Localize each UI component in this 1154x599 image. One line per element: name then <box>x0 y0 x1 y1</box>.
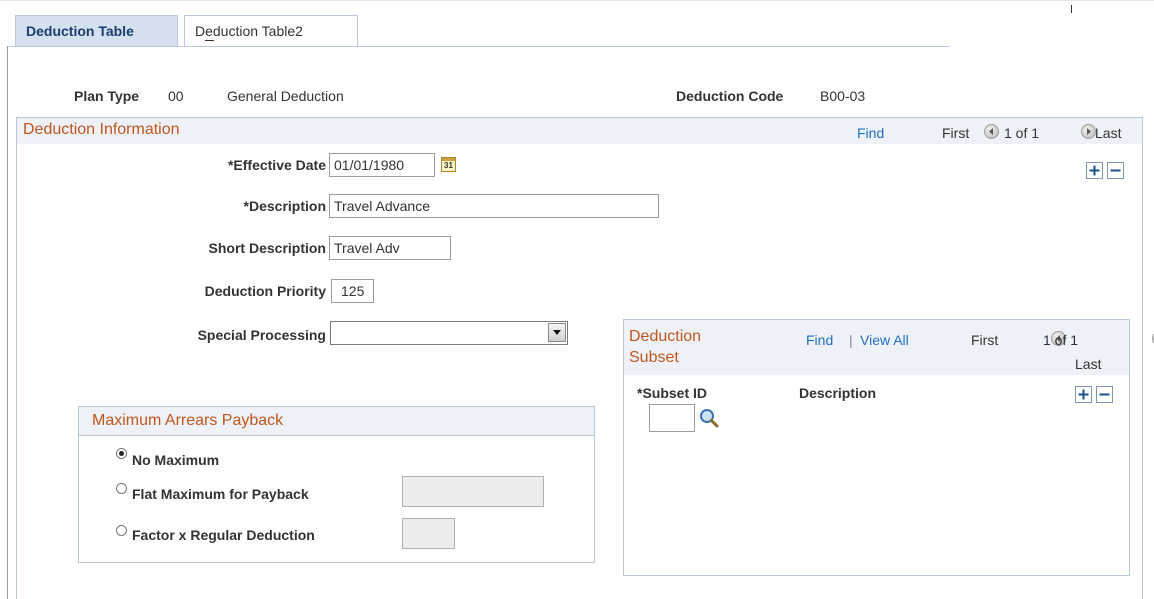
plus-icon <box>1089 165 1100 176</box>
no-maximum-radio[interactable] <box>116 448 127 459</box>
plan-type-name: General Deduction <box>227 88 344 104</box>
deduction-info-count: 1 of 1 <box>1004 125 1040 141</box>
effective-date-input[interactable]: 01/01/1980 <box>329 153 435 177</box>
flat-maximum-radio[interactable] <box>116 483 127 494</box>
plus-icon <box>1078 389 1089 400</box>
plan-type-label: Plan Type <box>74 88 140 104</box>
flat-maximum-input[interactable] <box>402 476 544 507</box>
subset-id-input[interactable] <box>649 404 695 432</box>
tab-access-key-underline <box>205 40 214 41</box>
short-description-input[interactable]: Travel Adv <box>329 236 451 260</box>
arrears-title: Maximum Arrears Payback <box>92 412 284 429</box>
subset-title-line1: Deduction <box>629 328 702 345</box>
deduction-code-value: B00-03 <box>820 88 866 104</box>
short-description-label: Short Description <box>208 240 326 256</box>
subset-link-separator: | <box>849 332 853 348</box>
minus-icon <box>1099 393 1110 396</box>
subset-delete-row-button[interactable] <box>1096 386 1113 403</box>
factor-regular-radio[interactable] <box>116 525 127 536</box>
top-rule <box>0 0 1154 1</box>
subset-count: 1 of 1 <box>1043 332 1079 348</box>
chevron-down-icon[interactable] <box>548 323 566 342</box>
deduction-priority-label: Deduction Priority <box>204 283 326 299</box>
top-right-tick <box>1071 5 1072 13</box>
calendar-icon-text: 31 <box>444 161 453 170</box>
deduction-info-header <box>17 118 1142 144</box>
calendar-icon[interactable]: 31 <box>441 157 456 172</box>
subset-view-all-link[interactable]: View All <box>860 332 909 348</box>
add-row-button[interactable] <box>1086 162 1103 179</box>
previous-row-icon[interactable] <box>984 124 999 139</box>
subset-title-line2: Subset <box>629 349 679 366</box>
subset-last[interactable]: Last <box>1075 356 1101 372</box>
plan-type-code: 00 <box>168 88 184 104</box>
delete-row-button[interactable] <box>1107 162 1124 179</box>
next-row-icon[interactable] <box>1080 124 1096 139</box>
no-maximum-label: No Maximum <box>132 452 220 468</box>
deduction-info-first[interactable]: First <box>942 125 969 141</box>
deduction-priority-input[interactable]: 125 <box>331 279 374 303</box>
factor-regular-label: Factor x Regular Deduction <box>132 527 315 543</box>
tab-deduction-table2-label: Deduction Table2 <box>195 23 303 39</box>
deduction-info-last[interactable]: Last <box>1095 125 1121 141</box>
subset-find-link[interactable]: Find <box>806 332 833 348</box>
subset-id-column-header: *Subset ID <box>637 385 708 401</box>
page-left-border <box>7 46 8 599</box>
description-input[interactable]: Travel Advance <box>329 194 659 218</box>
special-processing-select[interactable] <box>330 321 568 345</box>
deduction-code-label: Deduction Code <box>676 88 784 104</box>
subset-first[interactable]: First <box>971 332 998 348</box>
description-label: *Description <box>243 198 326 214</box>
effective-date-label: *Effective Date <box>227 157 326 173</box>
deduction-info-title: Deduction Information <box>23 121 180 138</box>
subset-add-row-button[interactable] <box>1075 386 1092 403</box>
flat-maximum-label: Flat Maximum for Payback <box>132 486 309 502</box>
minus-icon <box>1110 169 1121 172</box>
search-icon[interactable] <box>698 407 720 429</box>
tab-deduction-table[interactable]: Deduction Table <box>15 15 178 46</box>
tab-baseline <box>8 46 950 47</box>
deduction-info-find-link[interactable]: Find <box>857 125 884 141</box>
tab-deduction-table2[interactable]: Deduction Table2 <box>184 15 358 46</box>
subset-description-column-header: Description <box>799 385 877 401</box>
special-processing-label: Special Processing <box>197 327 326 343</box>
factor-regular-input[interactable] <box>402 518 455 549</box>
